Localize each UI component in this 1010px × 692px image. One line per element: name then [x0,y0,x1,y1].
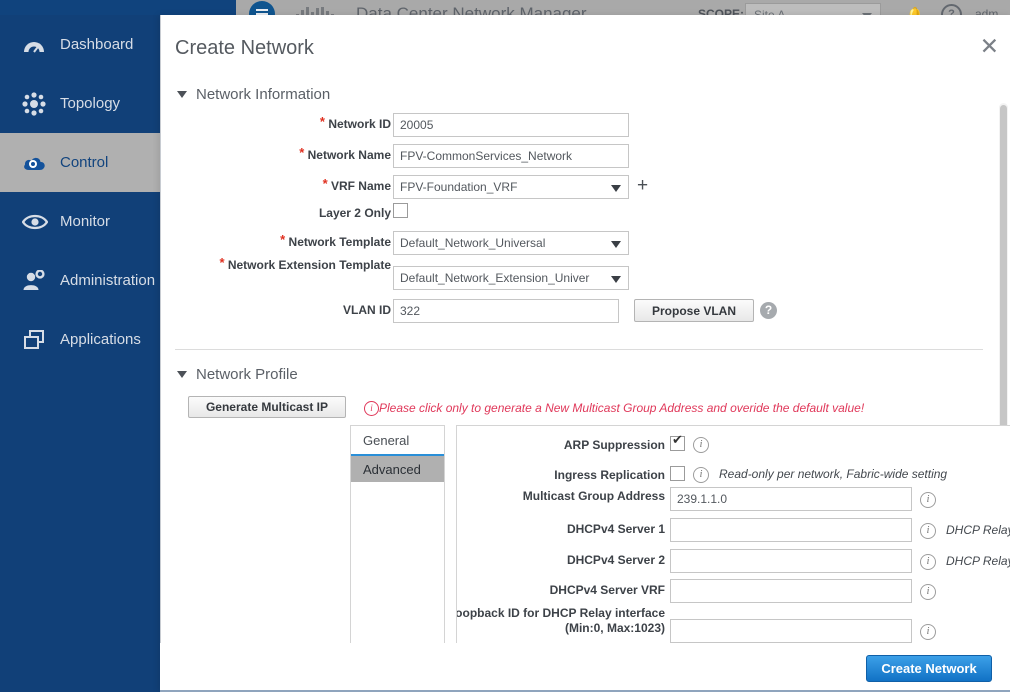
field-row-network-template: * Network Template [161,232,391,259]
sidebar-item-applications[interactable]: Applications [0,310,160,369]
section-network-information[interactable]: Network Information [177,86,330,103]
multicast-warning-text: Please click only to generate a New Mult… [379,401,865,415]
profile-tab-list: General Advanced [350,425,445,653]
required-marker: * [319,114,325,129]
eye-icon [22,213,52,231]
generate-multicast-ip-button[interactable]: Generate Multicast IP [188,396,346,418]
field-row-vlan-id: VLAN ID [161,303,391,327]
info-icon[interactable]: i [693,467,709,483]
arp-suppression-label: ARP Suppression [563,438,665,452]
vrf-name-value: FPV-Foundation_VRF [400,180,518,194]
info-icon[interactable]: i [920,492,936,508]
tab-advanced[interactable]: Advanced [351,454,444,482]
field-row-network-name: * Network Name [161,145,391,172]
field-label: Layer 2 Only [318,206,391,220]
modal-footer: Create Network [160,643,1010,692]
network-extension-template-select[interactable]: Default_Network_Extension_Univer [393,266,629,290]
info-icon[interactable]: i [693,437,709,453]
loopback-id-label: Loopback ID for DHCP Relay interface (Mi… [456,606,665,635]
chevron-down-icon [611,241,621,248]
user-gear-icon [22,269,52,292]
field-label: * Network Name [299,145,391,162]
required-marker: * [280,232,286,247]
info-icon[interactable]: i [920,624,936,640]
create-network-modal: Create Network ✕ Network Information * N… [160,15,1010,692]
profile-tab-panel: ARP Suppression i Ingress Replication i … [456,425,1010,653]
multicast-group-address-input[interactable]: 239.1.1.0 [670,487,912,511]
dhcpv4-server-2-input[interactable] [670,549,912,573]
chevron-down-icon [177,371,187,378]
chevron-down-icon [177,91,187,98]
section-divider [175,349,983,350]
tab-general[interactable]: General [351,426,444,454]
loopback-id-input[interactable] [670,619,912,643]
sidebar-item-label: Administration [60,272,156,289]
sidebar-item-control[interactable]: Control [0,133,160,192]
section-title: Network Information [196,86,331,103]
network-extension-template-value: Default_Network_Extension_Univer [400,271,590,285]
info-icon[interactable]: i [920,554,936,570]
required-marker: * [219,255,225,270]
close-icon[interactable]: ✕ [980,36,999,59]
field-label: VLAN ID [343,303,391,317]
layer2-only-checkbox[interactable] [393,203,408,218]
multicast-group-address-label: Multicast Group Address [522,489,665,503]
field-row-vrf-name: * VRF Name [161,176,391,203]
dhcpv4-server-vrf-input[interactable] [670,579,912,603]
propose-vlan-button[interactable]: Propose VLAN [634,299,754,322]
dhcpv4-server-1-label: DHCPv4 Server 1 [566,522,665,536]
vlan-id-input[interactable]: 322 [393,299,619,323]
dhcpv4-server-2-hint: DHCP Relay IP [946,554,1010,568]
ingress-replication-hint: Read-only per network, Fabric-wide setti… [719,467,948,481]
sidebar-item-topology[interactable]: Topology [0,74,160,133]
vrf-name-select[interactable]: FPV-Foundation_VRF [393,175,629,199]
ingress-replication-label: Ingress Replication [554,468,665,482]
windows-icon [22,329,52,351]
vlan-help-icon[interactable]: ? [760,302,777,319]
warning-info-icon: i [364,401,379,416]
sidebar-item-label: Topology [60,95,121,112]
sidebar-item-label: Control [60,154,109,171]
sidebar-item-label: Applications [60,331,141,348]
sidebar-item-label: Monitor [60,213,111,230]
page-title: Create Network [175,37,314,59]
sidebar-item-monitor[interactable]: Monitor [0,192,160,251]
field-label: * VRF Name [322,176,391,193]
field-row-network-id: * Network ID [161,114,391,141]
section-title: Network Profile [196,366,298,383]
dhcpv4-server-2-label: DHCPv4 Server 2 [566,553,665,567]
sidebar-item-label: Dashboard [60,36,134,53]
field-label: * Network ID [319,114,391,131]
info-icon[interactable]: i [920,584,936,600]
create-network-button[interactable]: Create Network [866,655,992,682]
section-network-profile[interactable]: Network Profile [177,366,298,383]
field-row-network-extension-template: * Network Extension Template [161,255,391,290]
network-id-input[interactable]: 20005 [393,113,629,137]
sidebar-item-dashboard[interactable]: Dashboard [0,15,160,74]
info-icon[interactable]: i [920,523,936,539]
network-template-value: Default_Network_Universal [400,236,546,250]
add-vrf-button[interactable]: + [637,176,648,195]
cloud-icon [22,153,52,173]
field-label: * Network Extension Template [219,255,391,272]
field-row-layer2-only: Layer 2 Only [161,206,391,230]
ingress-replication-checkbox [670,466,685,481]
chevron-down-icon [611,276,621,283]
chevron-down-icon [611,185,621,192]
dhcpv4-server-1-input[interactable] [670,518,912,542]
sidebar-item-administration[interactable]: Administration [0,251,160,310]
dhcpv4-server-vrf-label: DHCPv4 Server VRF [549,583,665,597]
topology-icon [22,91,52,116]
network-name-input[interactable]: FPV-CommonServices_Network [393,144,629,168]
dhcpv4-server-1-hint: DHCP Relay IP [946,523,1010,537]
arp-suppression-checkbox[interactable] [670,433,685,451]
required-marker: * [322,176,328,191]
required-marker: * [299,145,305,160]
network-template-select[interactable]: Default_Network_Universal [393,231,629,255]
sidebar: Dashboard Topology Control Monitor Admin… [0,15,160,692]
gauge-icon [22,35,52,55]
field-label: * Network Template [280,232,391,249]
